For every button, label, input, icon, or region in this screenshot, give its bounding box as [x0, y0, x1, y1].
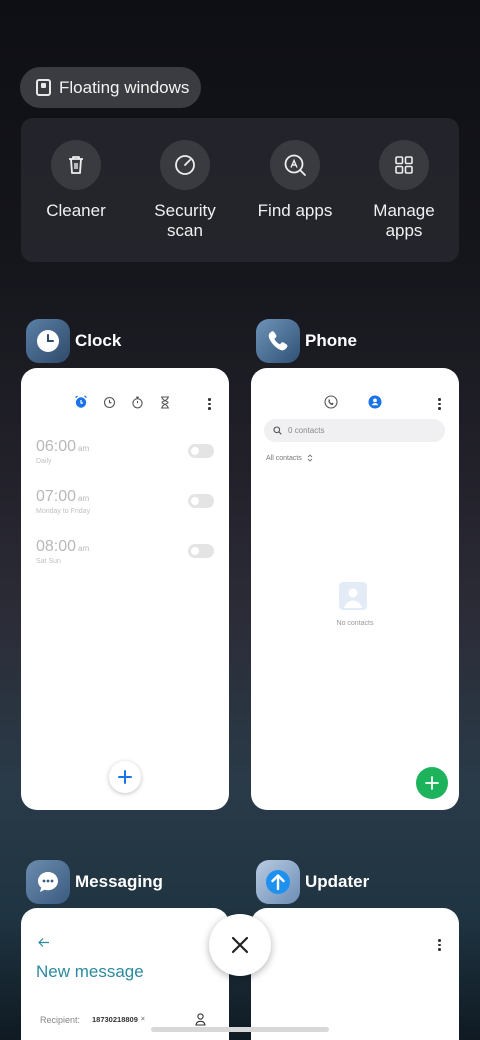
contacts-search-input[interactable]: 0 contacts	[264, 419, 445, 442]
phone-tabs	[324, 395, 382, 409]
contacts-icon[interactable]	[368, 395, 382, 409]
phone-app-icon	[256, 319, 300, 363]
add-alarm-button[interactable]	[109, 761, 141, 793]
security-scan-button[interactable]: Security scan	[130, 140, 240, 241]
cleaner-label: Cleaner	[46, 201, 106, 220]
find-apps-label: Find apps	[257, 201, 333, 220]
recipient-label: Recipient:	[40, 1015, 81, 1025]
grid-icon	[379, 140, 429, 190]
plus-icon	[425, 776, 439, 790]
alarm-time: 06:00	[36, 438, 77, 455]
chevron-up-down-icon	[307, 454, 313, 462]
alarm-icon[interactable]	[74, 395, 88, 409]
clock-app-card[interactable]: 06:00 am Daily 07:00 am Monday to Friday 0…	[21, 368, 229, 810]
alarm-toggle[interactable]	[188, 444, 214, 458]
plus-icon	[118, 770, 132, 784]
stopwatch-icon[interactable]	[131, 396, 144, 409]
manage-apps-button[interactable]: Manage apps	[349, 140, 459, 241]
alarm-repeat: Daily	[36, 458, 52, 465]
contacts-filter-dropdown[interactable]: All contacts	[266, 454, 313, 462]
floating-window-icon	[36, 79, 51, 96]
alarm-row[interactable]: 07:00 am Monday to Friday	[36, 488, 214, 515]
remove-recipient-icon[interactable]: ×	[141, 1016, 145, 1023]
clock-app-title: Clock	[75, 331, 122, 350]
alarm-time: 07:00	[36, 488, 77, 505]
recipient-number: 18730218809	[92, 1015, 138, 1024]
add-contact-button[interactable]	[416, 767, 448, 799]
messaging-app-card[interactable]: New message Recipient: 18730218809 ×	[21, 908, 229, 1040]
search-placeholder: 0 contacts	[288, 426, 325, 435]
manage-apps-label: Manage apps	[373, 201, 435, 240]
alarm-ampm: am	[78, 544, 90, 553]
updater-app-header[interactable]: Updater	[256, 860, 369, 904]
alarm-time: 08:00	[36, 538, 77, 555]
recipient-chip[interactable]: 18730218809 ×	[89, 1013, 148, 1026]
phone-app-header[interactable]: Phone	[256, 319, 357, 363]
alarm-repeat: Sat Sun	[36, 558, 61, 565]
cleaner-button[interactable]: Cleaner	[21, 140, 131, 221]
phone-app-card[interactable]: 0 contacts All contacts No contacts	[251, 368, 459, 810]
messaging-app-header[interactable]: Messaging	[26, 860, 163, 904]
updater-app-title: Updater	[305, 872, 370, 891]
security-scan-label: Security scan	[154, 201, 216, 240]
quick-tools-panel: Cleaner Security scan Find apps Manage a…	[21, 118, 459, 262]
clear-all-button[interactable]	[209, 914, 271, 976]
alarm-ampm: am	[78, 494, 90, 503]
call-log-icon[interactable]	[324, 395, 338, 409]
floating-windows-button[interactable]: Floating windows	[20, 67, 201, 108]
home-gesture-bar[interactable]	[151, 1027, 329, 1032]
more-options-icon[interactable]	[438, 398, 441, 410]
new-message-heading: New message	[36, 962, 144, 981]
timer-icon[interactable]	[159, 395, 171, 409]
clock-app-header[interactable]: Clock	[26, 319, 121, 363]
security-scan-icon	[160, 140, 210, 190]
clock-tabs	[74, 395, 171, 409]
clock-app-icon	[26, 319, 70, 363]
alarm-row[interactable]: 06:00 am Daily	[36, 438, 214, 465]
add-contact-icon[interactable]	[195, 1013, 206, 1026]
alarm-repeat: Monday to Friday	[36, 508, 91, 515]
updater-app-icon	[256, 860, 300, 904]
alarm-row[interactable]: 08:00 am Sat Sun	[36, 538, 214, 565]
alarm-toggle[interactable]	[188, 544, 214, 558]
search-icon	[273, 426, 282, 435]
more-options-icon[interactable]	[438, 939, 441, 951]
alarm-ampm: am	[78, 444, 90, 453]
world-clock-icon[interactable]	[103, 396, 116, 409]
empty-contacts-icon	[339, 582, 367, 610]
alarm-toggle[interactable]	[188, 494, 214, 508]
updater-app-card[interactable]	[251, 908, 459, 1040]
floating-windows-label: Floating windows	[59, 77, 190, 97]
back-arrow-icon[interactable]	[37, 937, 50, 948]
empty-contacts-text: No contacts	[336, 620, 374, 627]
filter-label: All contacts	[266, 454, 302, 462]
messaging-app-icon	[26, 860, 70, 904]
trash-icon	[51, 140, 101, 190]
more-options-icon[interactable]	[208, 398, 211, 410]
messaging-app-title: Messaging	[75, 872, 163, 891]
find-apps-button[interactable]: Find apps	[240, 140, 350, 221]
find-apps-icon	[270, 140, 320, 190]
phone-app-title: Phone	[305, 331, 357, 350]
close-icon	[231, 936, 249, 954]
